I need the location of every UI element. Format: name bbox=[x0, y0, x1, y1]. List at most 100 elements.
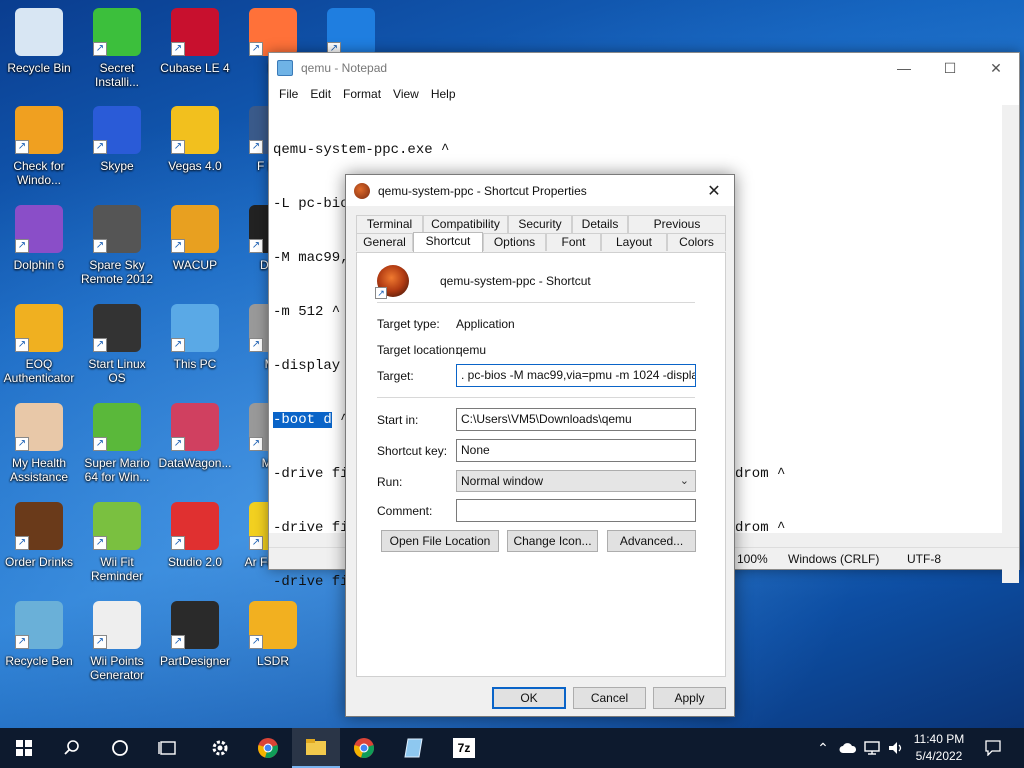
desktop-icon[interactable]: ↗ Order Drinks bbox=[0, 496, 78, 586]
desktop-icon[interactable]: ↗ Studio 2.0 bbox=[156, 496, 234, 586]
tab-previous-versions[interactable]: Previous Versions bbox=[628, 215, 726, 247]
chrome-icon[interactable] bbox=[340, 728, 388, 768]
desktop-icon-label: Studio 2.0 bbox=[167, 555, 223, 569]
tab-general[interactable]: General bbox=[356, 233, 413, 251]
shortcut-key-input[interactable]: None bbox=[456, 439, 696, 462]
desktop-icon-label: Wii Points Generator bbox=[89, 654, 145, 682]
desktop-icon-label: Secret Installi... bbox=[94, 61, 139, 89]
desktop-icon[interactable]: Recycle Bin bbox=[0, 2, 78, 92]
shortcut-arrow-icon: ↗ bbox=[15, 437, 29, 451]
tab-compatibility[interactable]: Compatibility bbox=[423, 215, 508, 233]
desktop-icon[interactable]: ↗ Vegas 4.0 bbox=[156, 100, 234, 190]
tab-shortcut[interactable]: Shortcut bbox=[413, 232, 483, 252]
desktop-icon[interactable]: ↗ Recycle Ben bbox=[0, 595, 78, 685]
volume-icon[interactable] bbox=[884, 728, 908, 768]
desktop-icon-label: Spare Sky Remote 2012 bbox=[80, 258, 154, 286]
menu-view[interactable]: View bbox=[387, 87, 425, 101]
tab-security[interactable]: Security bbox=[508, 215, 572, 233]
desktop-icon[interactable]: ↗ Cubase LE 4 bbox=[156, 2, 234, 92]
tab-colors[interactable]: Colors bbox=[667, 233, 726, 251]
desktop-icon[interactable]: ↗ Wii Points Generator bbox=[78, 595, 156, 685]
dialog-titlebar[interactable]: qemu-system-ppc - Shortcut Properties ✕ bbox=[346, 175, 734, 206]
shortcut-arrow-icon: ↗ bbox=[171, 239, 185, 253]
task-view-icon[interactable] bbox=[144, 728, 192, 768]
desktop-icon[interactable]: ↗ Dolphin 6 bbox=[0, 199, 78, 289]
search-icon[interactable] bbox=[48, 728, 96, 768]
apply-button[interactable]: Apply bbox=[653, 687, 726, 709]
desktop-icon[interactable]: ↗ WACUP bbox=[156, 199, 234, 289]
desktop-icon-label: LSDR bbox=[256, 654, 289, 668]
cloud-icon[interactable] bbox=[836, 728, 860, 768]
tab-terminal[interactable]: Terminal bbox=[356, 215, 423, 233]
close-icon[interactable]: ✕ bbox=[694, 181, 734, 201]
maximize-icon[interactable]: ☐ bbox=[927, 53, 973, 83]
change-icon-button[interactable]: Change Icon... bbox=[507, 530, 598, 552]
vegas-icon: ↗ bbox=[171, 106, 219, 154]
target-location-value: qemu bbox=[456, 343, 487, 357]
desktop-icon[interactable]: ↗ Secret Installi... bbox=[78, 2, 156, 92]
target-location-label: Target location: bbox=[377, 343, 459, 357]
menu-file[interactable]: File bbox=[273, 87, 304, 101]
cortana-icon[interactable] bbox=[96, 728, 144, 768]
settings-gear-icon[interactable] bbox=[196, 728, 244, 768]
shortcut-arrow-icon: ↗ bbox=[93, 239, 107, 253]
desktop-icon[interactable]: ↗ My Health Assistance bbox=[0, 397, 78, 487]
shortcut-arrow-icon: ↗ bbox=[15, 239, 29, 253]
shortcut-key-label: Shortcut key: bbox=[377, 444, 448, 458]
close-icon[interactable]: ✕ bbox=[973, 53, 1019, 83]
chevron-up-icon[interactable]: ⌃ bbox=[808, 728, 838, 768]
shortcut-arrow-icon: ↗ bbox=[15, 140, 29, 154]
coffee-bean-icon: ↗ bbox=[15, 502, 63, 550]
menu-edit[interactable]: Edit bbox=[304, 87, 337, 101]
desktop-icon[interactable]: ↗ Super Mario 64 for Win... bbox=[78, 397, 156, 487]
atom-icon: ↗ bbox=[171, 403, 219, 451]
minimize-icon[interactable]: — bbox=[881, 53, 927, 83]
start-button[interactable] bbox=[0, 728, 48, 768]
ok-button[interactable]: OK bbox=[492, 687, 566, 709]
tab-options[interactable]: Options bbox=[483, 233, 546, 251]
desktop-icon[interactable]: ↗ DataWagon... bbox=[156, 397, 234, 487]
desktop-icon-label: Skype bbox=[100, 159, 134, 173]
tab-details[interactable]: Details bbox=[572, 215, 628, 233]
run-select-value: Normal window bbox=[461, 474, 544, 488]
menu-format[interactable]: Format bbox=[337, 87, 387, 101]
tab-font[interactable]: Font bbox=[546, 233, 601, 251]
desktop-icon[interactable]: ↗ Wii Fit Reminder bbox=[78, 496, 156, 586]
chrome-icon[interactable] bbox=[244, 728, 292, 768]
shortcut-arrow-icon: ↗ bbox=[249, 437, 263, 451]
desktop-icon[interactable]: ↗ Spare Sky Remote 2012 bbox=[78, 199, 156, 289]
clock-time[interactable]: 11:40 PM bbox=[908, 732, 970, 746]
advanced-button[interactable]: Advanced... bbox=[607, 530, 696, 552]
open-file-location-button[interactable]: Open File Location bbox=[381, 530, 499, 552]
desktop-icon[interactable]: ↗ EOQ Authenticator bbox=[0, 298, 78, 388]
status-encoding: UTF-8 bbox=[907, 552, 941, 566]
menu-help[interactable]: Help bbox=[425, 87, 462, 101]
clock-date[interactable]: 5/4/2022 bbox=[908, 749, 970, 763]
download-arrow-icon: ↗ bbox=[93, 8, 141, 56]
7zip-icon[interactable]: 7z bbox=[440, 728, 488, 768]
target-input[interactable]: . pc-bios -M mac99,via=pmu -m 1024 -disp… bbox=[456, 364, 696, 387]
shortcut-name: qemu-system-ppc - Shortcut bbox=[440, 274, 591, 288]
desktop-icon[interactable]: ↗ Start Linux OS bbox=[78, 298, 156, 388]
desktop-icon[interactable]: ↗ Skype bbox=[78, 100, 156, 190]
tab-layout[interactable]: Layout bbox=[601, 233, 667, 251]
desktop-icon-label: Recycle Bin bbox=[7, 61, 71, 75]
file-explorer-icon[interactable] bbox=[292, 728, 340, 768]
start-in-input[interactable]: C:\Users\VM5\Downloads\qemu bbox=[456, 408, 696, 431]
status-line-ending: Windows (CRLF) bbox=[788, 552, 880, 566]
desktop-icon[interactable]: ↗ PartDesigner bbox=[156, 595, 234, 685]
windows-logo-icon bbox=[16, 740, 32, 756]
cancel-button[interactable]: Cancel bbox=[573, 687, 646, 709]
network-icon[interactable] bbox=[860, 728, 884, 768]
desktop-icon[interactable]: ↗ This PC bbox=[156, 298, 234, 388]
recycle-bin-icon bbox=[15, 8, 63, 56]
desktop-icon-label: Super Mario 64 for Win... bbox=[84, 456, 150, 484]
notifications-icon[interactable] bbox=[978, 728, 1008, 768]
run-select[interactable]: Normal window ⌄ bbox=[456, 470, 696, 492]
vertical-scrollbar[interactable] bbox=[1002, 105, 1019, 583]
avatar-icon: ↗ bbox=[15, 403, 63, 451]
desktop-icon[interactable]: ↗ Check for Windo... bbox=[0, 100, 78, 190]
notepad-titlebar[interactable]: qemu - Notepad — ☐ ✕ bbox=[269, 53, 1019, 83]
comment-input[interactable] bbox=[456, 499, 696, 522]
notepad-app-icon[interactable] bbox=[390, 728, 438, 768]
